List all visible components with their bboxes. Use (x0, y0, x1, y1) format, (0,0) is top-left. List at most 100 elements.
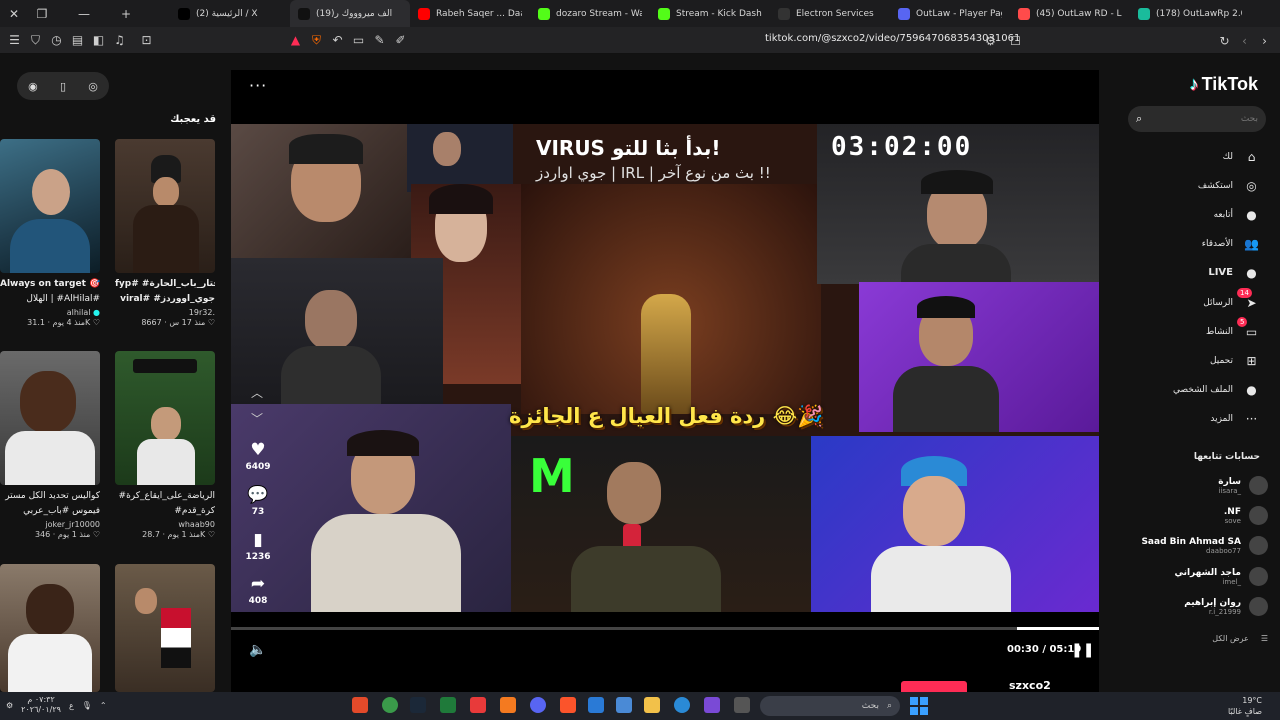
nav-item-upload[interactable]: تحميل ⊞ (1210, 352, 1260, 369)
nav-item-following-avatar[interactable]: أتابعه ● (1214, 206, 1260, 223)
windows-start-icon[interactable] (910, 697, 928, 715)
author-name[interactable]: joker_jr10000 (0, 520, 100, 529)
device-icon[interactable]: ▯ (60, 80, 66, 93)
restore-window-icon[interactable]: ❐ (28, 0, 56, 27)
undo-icon[interactable]: ↶ (327, 30, 348, 51)
history-icon[interactable]: ◷ (46, 30, 67, 51)
browser-tab[interactable]: dozaro Stream - Watch Li (530, 0, 650, 27)
browser-tab[interactable]: OutLaw - Player Page (890, 0, 1010, 27)
input-language[interactable]: ع (69, 701, 74, 710)
mail-icon[interactable] (588, 697, 604, 713)
task-view-icon[interactable] (734, 697, 750, 713)
search-input[interactable] (1158, 114, 1258, 124)
app-icon[interactable] (382, 697, 398, 713)
bookmark-icon[interactable]: ▮ (241, 530, 275, 550)
tabs-icon[interactable]: ▤ (67, 30, 88, 51)
reload-icon[interactable]: ↻ (1214, 30, 1235, 51)
search-icon[interactable]: ⌕ (1136, 112, 1142, 126)
author-name[interactable]: 19r32. (115, 308, 215, 317)
following-account[interactable]: Saad Bin Ahmad SA daaboo77 (1141, 536, 1268, 555)
nav-item-friends[interactable]: الأصدقاء 👥 (1202, 235, 1260, 252)
author-name[interactable]: whaab90 (115, 520, 215, 529)
back-icon[interactable]: › (1254, 30, 1275, 51)
screenshot-icon[interactable]: ⊡ (136, 30, 157, 51)
author-name[interactable]: alhilal (67, 308, 91, 317)
sidebar-icon[interactable]: ◧ (88, 30, 109, 51)
following-account[interactable]: روان إبراهيم r.i_21999 (1184, 597, 1268, 616)
cast-icon[interactable]: ▭ (348, 30, 369, 51)
weather-widget[interactable]: 19°C صافٍ غالبًا (1228, 695, 1262, 717)
store-icon[interactable] (616, 697, 632, 713)
more-options-icon[interactable]: ··· (249, 76, 267, 95)
pen-icon[interactable]: ✐ (390, 30, 411, 51)
recommended-video-card[interactable]: fyp# #مختار_باب_الحارة viral# #جوي_اوورد… (115, 139, 215, 327)
edge-icon[interactable] (674, 697, 690, 713)
recommended-video-card[interactable]: كواليس تحديد الكل مستر فيموس #باب_عربي j… (0, 351, 100, 539)
nav-item-profile[interactable]: الملف الشخصي ● (1173, 381, 1260, 398)
forward-icon[interactable]: ‹ (1234, 30, 1255, 51)
video-thumbnail[interactable] (0, 564, 100, 692)
brave-icon[interactable] (560, 697, 576, 713)
bookmark-icon[interactable]: ☐ (1005, 30, 1026, 51)
share-icon[interactable]: ➦ (241, 574, 275, 594)
shield-icon[interactable]: ⛉ (25, 30, 46, 51)
browser-tab[interactable]: (19)الف ميروووك ر (290, 0, 410, 27)
new-tab-icon[interactable]: + (112, 0, 140, 27)
comment-icon[interactable]: 💬 (241, 485, 275, 505)
nav-item-compass[interactable]: استكشف ◎ (1198, 177, 1260, 194)
following-account[interactable]: .NF sove (1224, 506, 1268, 525)
browser-tab[interactable]: Electron Services (770, 0, 890, 27)
site-settings-icon[interactable]: ⚙ (980, 30, 1001, 51)
clock[interactable]: ٠٧:٣٢ م ٢٠٢٦/٠١/٢٩ (21, 695, 61, 715)
recommended-video-card[interactable]: #الرياضة_على_ايقاع_كرة #كرة_قدم whaab90 … (115, 351, 215, 539)
taskbar-search[interactable]: بحث ⌕ (760, 696, 900, 716)
search-bar[interactable]: ⌕ (1128, 106, 1266, 132)
browser-tab[interactable]: (178) OutLawRp 2.0 - Live (1130, 0, 1250, 27)
recommended-video-card[interactable] (115, 564, 215, 692)
close-window-icon[interactable]: ✕ (0, 0, 28, 27)
video-frame[interactable]: M VIRUS بدأ بثا للتو! جوي اواردز | IRL |… (231, 124, 1099, 612)
app-icon[interactable] (500, 697, 516, 713)
app-icon[interactable] (352, 697, 368, 713)
translate-icon[interactable]: ✎ (369, 30, 390, 51)
browser-tab[interactable]: Rabeh Saqer ... Daafi (410, 0, 530, 27)
save-action[interactable]: ▮ 1236 (241, 530, 275, 562)
share-action[interactable]: ➦ 408 (241, 574, 275, 606)
show-hidden-icons-icon[interactable]: ⌃ (100, 701, 107, 710)
music-icon[interactable]: ♫ (109, 30, 130, 51)
like-action[interactable]: ♥ 6409 (241, 440, 275, 472)
video-thumbnail[interactable] (0, 351, 100, 485)
heart-icon[interactable]: ♥ (241, 440, 275, 460)
extension-icon[interactable]: ▲ (285, 30, 306, 51)
copilot-icon[interactable] (704, 697, 720, 713)
video-thumbnail[interactable] (115, 351, 215, 485)
nav-item-activity[interactable]: النشاط ▭ 5 (1206, 317, 1260, 340)
video-thumbnail[interactable] (0, 139, 100, 273)
pause-icon[interactable]: ❚❚ (1071, 642, 1094, 658)
recommended-video-card[interactable]: Always on target 🎯 الهلال | #AlHilal# al… (0, 139, 100, 327)
minimize-window-icon[interactable]: — (70, 0, 98, 27)
recommended-video-card[interactable] (0, 564, 100, 692)
tiktok-logo[interactable]: ♪ TikTok (1190, 74, 1258, 95)
excel-icon[interactable] (440, 697, 456, 713)
brave-shield-icon[interactable]: ⛨ (306, 30, 327, 51)
browser-tab[interactable]: (45) OutLaw RD - Live Con (1010, 0, 1130, 27)
browser-tab[interactable]: Stream - Kick Dashboa (650, 0, 770, 27)
video-thumbnail[interactable] (115, 564, 215, 692)
microphone-icon[interactable]: 🎙 (82, 701, 92, 710)
settings-icon[interactable]: ⚙ (6, 701, 13, 710)
chevron-up-icon[interactable]: ︿ (251, 384, 263, 401)
video-thumbnail[interactable] (115, 139, 215, 273)
following-account[interactable]: ماجد الشهراني imel_ (1174, 567, 1268, 586)
follow-button[interactable] (901, 681, 967, 692)
file-explorer-icon[interactable] (644, 697, 660, 713)
app-icon[interactable] (470, 697, 486, 713)
volume-icon[interactable]: 🔈 (249, 642, 266, 658)
nav-item-more[interactable]: المزيد ··· (1210, 410, 1260, 427)
nav-item-home[interactable]: لك ⌂ (1223, 148, 1260, 165)
compass-icon[interactable]: ◎ (88, 80, 98, 93)
steam-icon[interactable] (410, 697, 426, 713)
chevron-down-icon[interactable]: ﹀ (251, 410, 263, 427)
comment-action[interactable]: 💬 73 (241, 485, 275, 517)
nav-item-messages[interactable]: الرسائل ➤ 14 (1203, 288, 1260, 311)
